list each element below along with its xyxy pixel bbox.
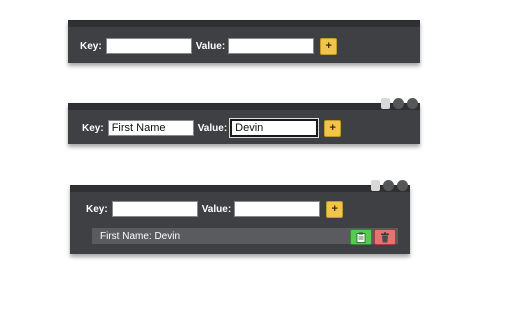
add-button[interactable]: +	[324, 119, 342, 137]
badge-icon	[371, 180, 380, 191]
kv-panel-empty: Key: Value: +	[68, 20, 420, 63]
kv-panel-filled: Key: First Name Value: Devin +	[68, 98, 420, 144]
add-button[interactable]: +	[326, 200, 344, 218]
badge-icon	[381, 98, 390, 109]
clipboard-icon	[356, 232, 366, 243]
copy-button[interactable]	[350, 229, 372, 245]
trash-icon	[381, 231, 389, 242]
entry-text: First Name: Devin	[100, 230, 181, 242]
key-input[interactable]	[111, 201, 198, 217]
window-controls	[372, 98, 418, 109]
panel-header-strip	[70, 186, 410, 192]
value-input[interactable]	[228, 38, 315, 54]
key-label: Key:	[86, 203, 108, 215]
key-input[interactable]: First Name	[107, 120, 194, 136]
add-button[interactable]: +	[320, 37, 338, 55]
value-input[interactable]	[234, 201, 321, 217]
panel-header-strip	[68, 21, 420, 27]
list-item: First Name: Devin	[92, 228, 398, 245]
window-controls	[362, 180, 408, 191]
circle-icon	[383, 180, 394, 191]
panel-header-strip	[68, 104, 420, 110]
key-label: Key:	[82, 122, 104, 134]
value-label: Value:	[195, 40, 226, 52]
circle-icon	[407, 98, 418, 109]
value-label: Value:	[197, 122, 228, 134]
value-input[interactable]: Devin	[230, 119, 319, 137]
circle-icon	[393, 98, 404, 109]
value-label: Value:	[201, 203, 232, 215]
circle-icon	[397, 180, 408, 191]
key-input[interactable]	[105, 38, 192, 54]
kv-panel-with-entry: Key: Value: + First Name: Devin	[70, 180, 410, 254]
key-label: Key:	[80, 40, 102, 52]
delete-button[interactable]	[374, 229, 396, 245]
